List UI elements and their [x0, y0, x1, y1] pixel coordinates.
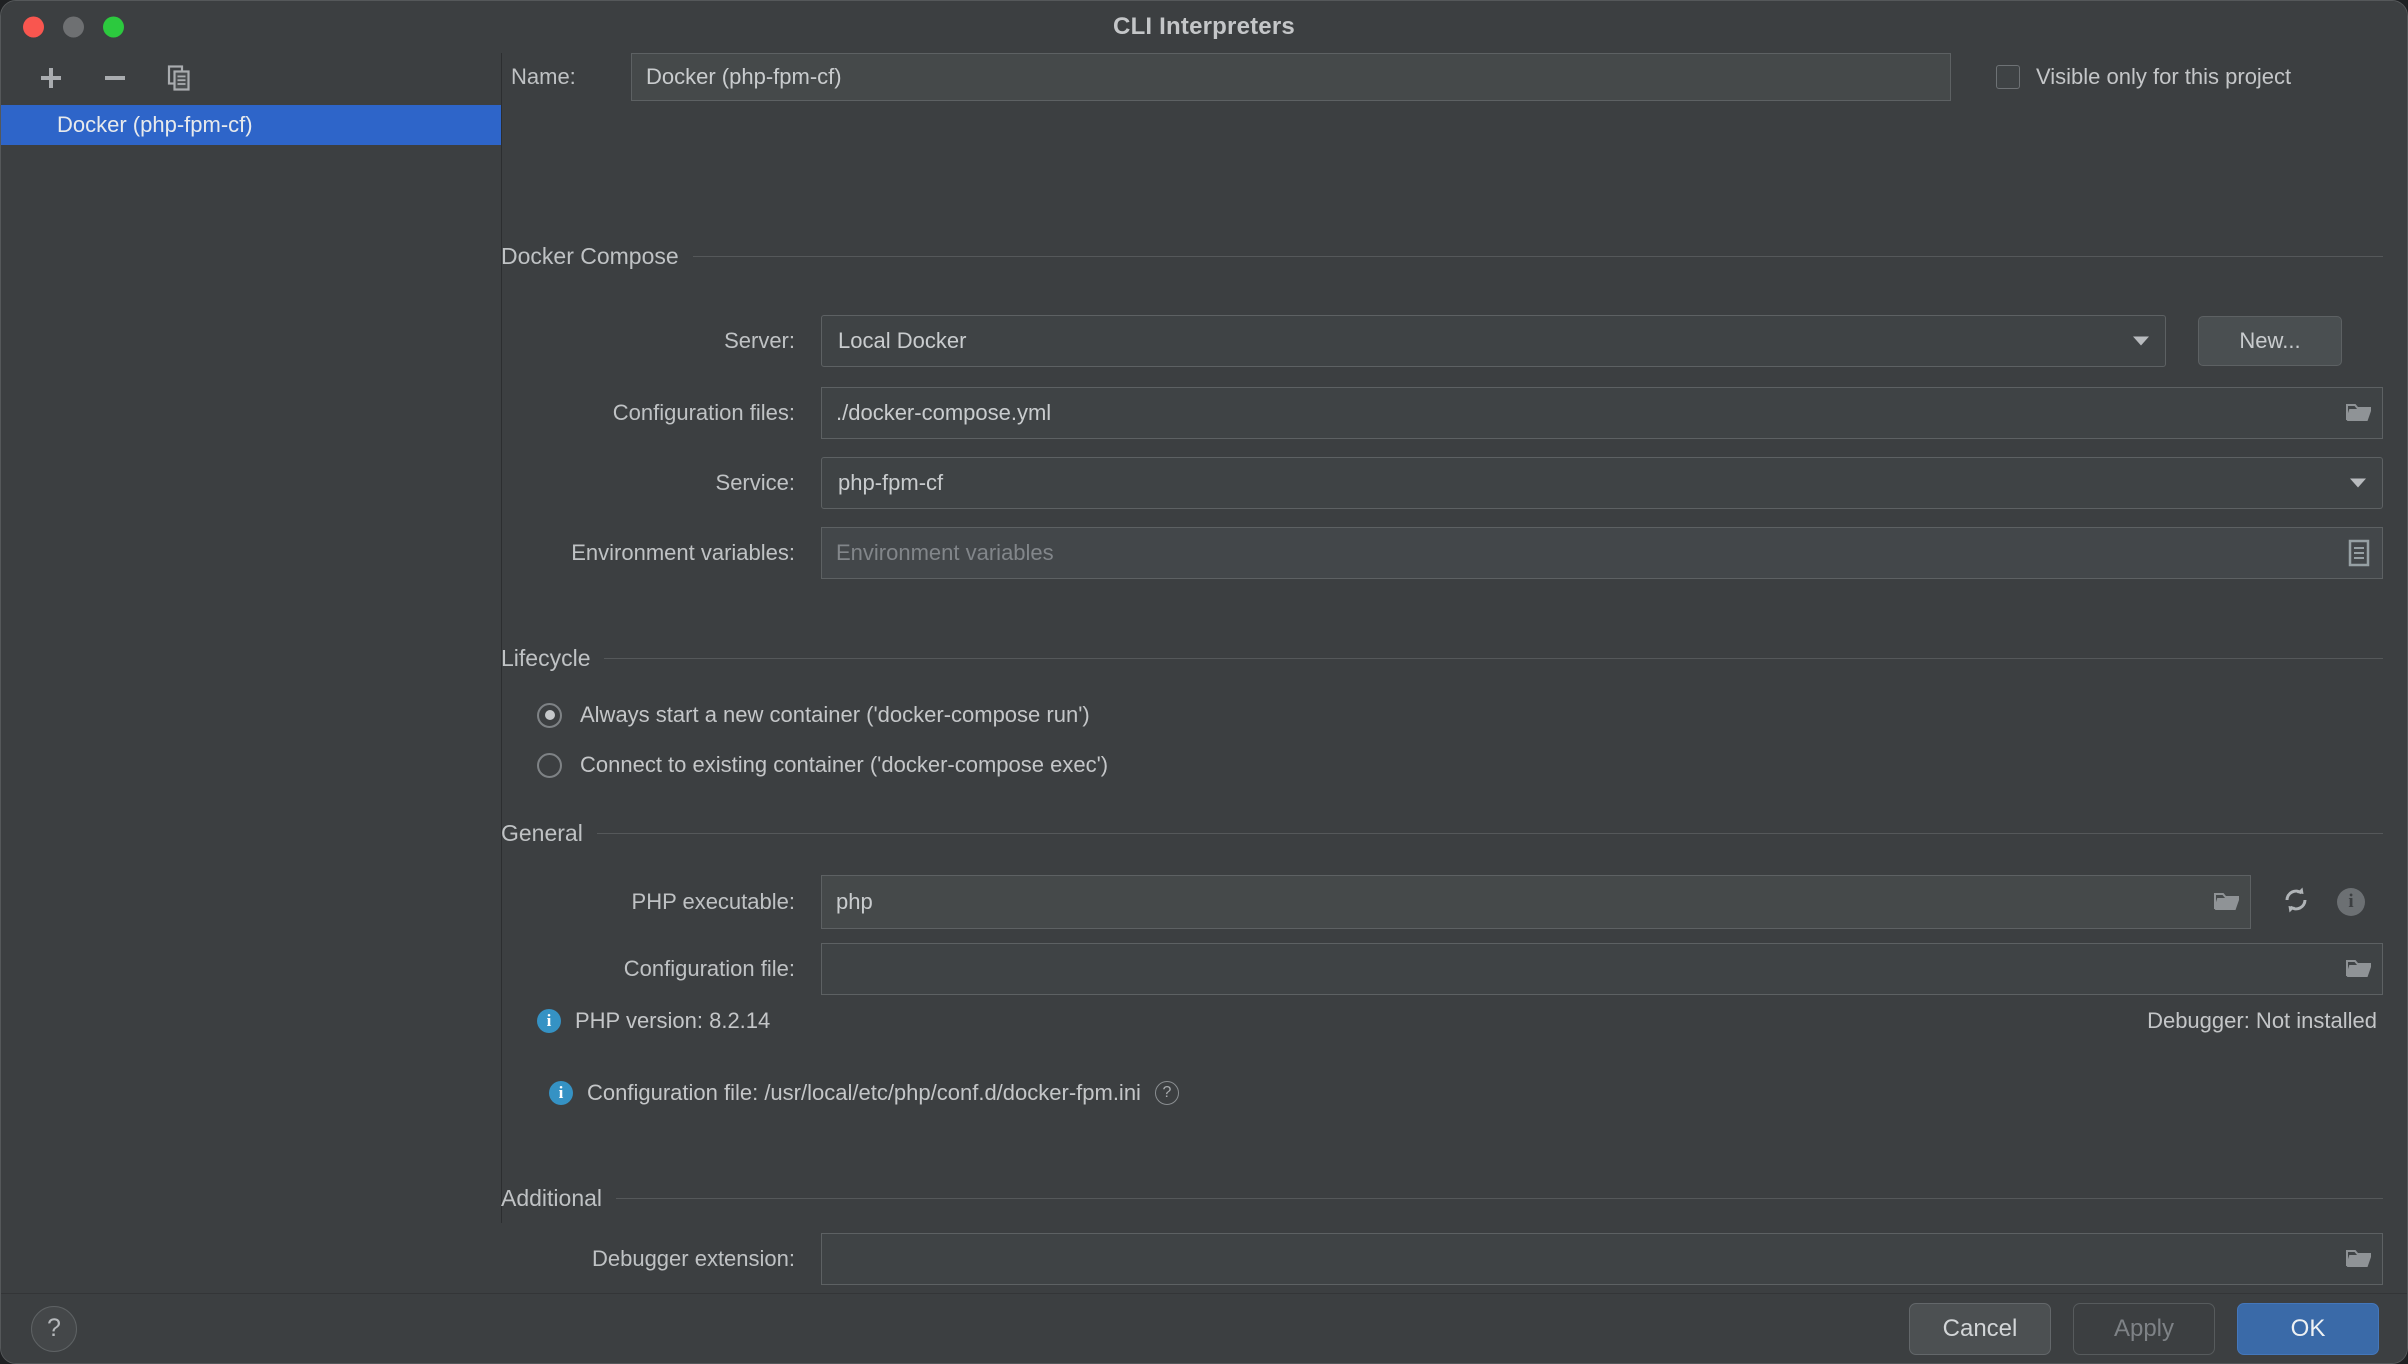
edit-list-icon[interactable]: [2344, 538, 2374, 568]
lifecycle-option-always-start[interactable]: Always start a new container ('docker-co…: [537, 702, 1090, 728]
service-label: Service:: [715, 470, 795, 495]
debugger-status: Debugger: Not installed: [2147, 1008, 2377, 1034]
visible-only-label: Visible only for this project: [2036, 64, 2292, 89]
title-bar: CLI Interpreters: [1, 1, 2407, 53]
cancel-button-label: Cancel: [1942, 1314, 2018, 1342]
debugger-extension-label: Debugger extension:: [591, 1246, 795, 1271]
help-button[interactable]: ?: [31, 1305, 77, 1352]
folder-icon[interactable]: [2344, 398, 2374, 428]
debugger-extension-row: Debugger extension:: [501, 1233, 2383, 1285]
new-server-button[interactable]: New...: [2198, 316, 2342, 366]
name-row: Name: Docker (php-fpm-cf) Visible only f…: [511, 53, 2407, 101]
server-dropdown-value: Local Docker: [838, 328, 967, 353]
general-group-header: General: [501, 820, 2383, 847]
apply-button-label: Apply: [2113, 1314, 2175, 1342]
info-icon[interactable]: i: [2337, 888, 2365, 916]
ok-button-label: OK: [2290, 1314, 2326, 1342]
debugger-extension-input[interactable]: [821, 1233, 2383, 1285]
php-version-info: i PHP version: 8.2.14: [537, 1008, 770, 1034]
interpreter-name-label: Docker (php-fpm-cf): [57, 112, 253, 137]
duplicate-interpreter-button[interactable]: [161, 60, 197, 96]
radio-button-selected[interactable]: [537, 702, 562, 728]
lifecycle-group-title: Lifecycle: [501, 645, 591, 671]
new-server-button-label: New...: [2239, 328, 2301, 353]
ok-button[interactable]: OK: [2237, 1302, 2379, 1355]
visible-only-checkbox[interactable]: [1996, 65, 2020, 89]
configuration-file-row: Configuration file:: [501, 943, 2383, 995]
folder-icon[interactable]: [2344, 1244, 2374, 1274]
cancel-button[interactable]: Cancel: [1909, 1302, 2051, 1355]
list-item[interactable]: Docker (php-fpm-cf): [1, 105, 501, 145]
debugger-status-text: Debugger: Not installed: [2147, 1008, 2377, 1033]
environment-variables-row: Environment variables: Environment varia…: [501, 527, 2383, 579]
configuration-file-input[interactable]: [821, 943, 2383, 995]
environment-variables-label: Environment variables:: [571, 540, 795, 565]
php-executable-row: PHP executable: php i: [501, 875, 2383, 929]
environment-variables-placeholder: Environment variables: [836, 540, 1054, 565]
visible-only-checkbox-row[interactable]: Visible only for this project: [1996, 64, 2291, 90]
dialog-actions: Cancel Apply OK: [1909, 1302, 2379, 1355]
add-interpreter-button[interactable]: [33, 60, 69, 96]
configuration-file-info-text: Configuration file: /usr/local/etc/php/c…: [587, 1080, 1141, 1105]
docker-compose-group-header: Docker Compose: [501, 243, 2383, 270]
interpreter-list-toolbar: [1, 53, 501, 103]
group-divider-line: [692, 256, 2383, 257]
name-label: Name:: [511, 64, 576, 89]
name-input-value: Docker (php-fpm-cf): [646, 64, 842, 89]
dialog-body: Docker (php-fpm-cf) Name: Docker (php-fp…: [1, 53, 2407, 1293]
lifecycle-group-header: Lifecycle: [501, 645, 2383, 672]
configuration-file-info: i Configuration file: /usr/local/etc/php…: [549, 1080, 1179, 1106]
name-input[interactable]: Docker (php-fpm-cf): [631, 53, 1951, 101]
environment-variables-input[interactable]: Environment variables: [821, 527, 2383, 579]
info-icon: i: [549, 1081, 573, 1105]
info-icon: i: [537, 1009, 561, 1033]
chevron-down-icon: [2350, 478, 2366, 488]
configuration-file-label: Configuration file:: [623, 956, 795, 981]
lifecycle-option-label: Connect to existing container ('docker-c…: [580, 752, 1109, 777]
php-executable-label: PHP executable:: [631, 889, 795, 914]
dialog-title: CLI Interpreters: [1113, 13, 1295, 40]
remove-interpreter-button[interactable]: [97, 60, 133, 96]
server-label: Server:: [724, 328, 795, 353]
service-row: Service: php-fpm-cf: [501, 457, 2383, 509]
docker-compose-group-title: Docker Compose: [501, 243, 679, 269]
php-executable-input[interactable]: php: [821, 875, 2251, 929]
configuration-files-value: ./docker-compose.yml: [836, 400, 1052, 425]
help-icon[interactable]: ?: [1154, 1081, 1179, 1105]
php-executable-value: php: [836, 889, 873, 914]
php-executable-actions: i: [2281, 885, 2365, 920]
lifecycle-option-connect-existing[interactable]: Connect to existing container ('docker-c…: [537, 752, 1108, 778]
radio-button[interactable]: [537, 752, 562, 778]
lifecycle-option-label: Always start a new container ('docker-co…: [580, 702, 1090, 727]
configuration-files-input[interactable]: ./docker-compose.yml: [821, 387, 2383, 439]
interpreter-list-panel: Docker (php-fpm-cf): [1, 53, 501, 1293]
configuration-files-label: Configuration files:: [612, 400, 795, 425]
dialog-button-bar: ? Cancel Apply OK: [1, 1293, 2407, 1363]
folder-icon[interactable]: [2212, 887, 2242, 917]
folder-icon[interactable]: [2344, 954, 2374, 984]
configuration-files-row: Configuration files: ./docker-compose.ym…: [501, 387, 2383, 439]
cli-interpreters-dialog: CLI Interpreters Docker (php-fpm-cf) Nam…: [0, 0, 2408, 1364]
apply-button[interactable]: Apply: [2073, 1302, 2215, 1355]
general-group-title: General: [501, 820, 583, 846]
group-divider-line: [616, 1198, 2383, 1199]
refresh-icon[interactable]: [2281, 885, 2311, 920]
additional-group-header: Additional: [501, 1185, 2383, 1212]
group-divider-line: [604, 658, 2383, 659]
interpreter-settings-panel: Name: Docker (php-fpm-cf) Visible only f…: [501, 53, 2407, 1293]
interpreter-list[interactable]: Docker (php-fpm-cf): [1, 103, 501, 1293]
chevron-down-icon: [2133, 336, 2149, 346]
server-row: Server: Local Docker New...: [501, 315, 2383, 367]
service-dropdown[interactable]: php-fpm-cf: [821, 457, 2383, 509]
php-version-text: PHP version: 8.2.14: [575, 1008, 771, 1033]
group-divider-line: [596, 833, 2383, 834]
server-dropdown[interactable]: Local Docker: [821, 315, 2166, 367]
service-dropdown-value: php-fpm-cf: [838, 470, 944, 495]
additional-group-title: Additional: [501, 1185, 603, 1211]
help-button-label: ?: [47, 1314, 61, 1342]
